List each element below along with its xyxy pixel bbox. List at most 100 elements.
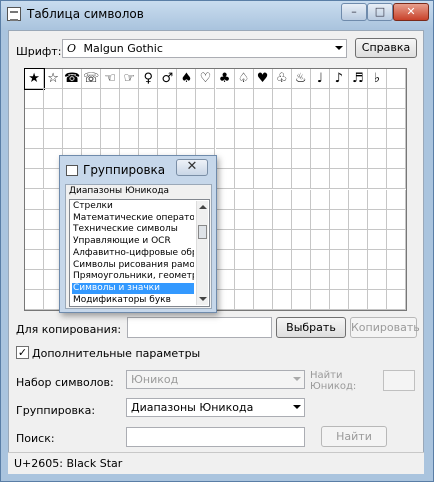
character-cell[interactable]	[272, 89, 292, 110]
character-cell[interactable]	[329, 229, 349, 250]
character-cell[interactable]: ♥	[253, 69, 273, 90]
character-cell[interactable]	[215, 149, 235, 170]
character-cell[interactable]: ☞	[120, 69, 140, 90]
character-cell[interactable]	[329, 109, 349, 130]
character-cell[interactable]	[329, 189, 349, 210]
character-cell[interactable]: ☎	[63, 69, 83, 90]
list-item[interactable]: Модификаторы букв	[72, 295, 194, 306]
character-cell[interactable]	[120, 89, 140, 110]
character-cell[interactable]: ☜	[101, 69, 121, 90]
goto-unicode-input[interactable]	[383, 370, 415, 391]
character-cell[interactable]	[348, 189, 368, 210]
character-cell[interactable]	[367, 169, 387, 190]
character-cell[interactable]	[386, 249, 406, 270]
character-cell[interactable]	[253, 229, 273, 250]
character-cell[interactable]	[272, 249, 292, 270]
character-cell[interactable]	[367, 289, 387, 310]
character-cell[interactable]	[139, 89, 159, 110]
character-cell[interactable]	[367, 229, 387, 250]
advanced-checkbox[interactable]: ✓	[16, 346, 29, 359]
character-cell[interactable]	[25, 269, 45, 290]
charset-combobox[interactable]: Юникод	[126, 370, 305, 389]
character-cell[interactable]	[44, 129, 64, 150]
title-bar[interactable]: Таблица символов – □ ✕	[1, 1, 433, 29]
character-cell[interactable]: ♩	[310, 69, 330, 90]
character-cell[interactable]	[348, 269, 368, 290]
character-cell[interactable]	[234, 229, 254, 250]
character-cell[interactable]	[310, 289, 330, 310]
character-cell[interactable]	[348, 229, 368, 250]
character-cell[interactable]	[253, 209, 273, 230]
character-cell[interactable]	[291, 89, 311, 110]
character-cell[interactable]	[291, 129, 311, 150]
character-cell[interactable]	[310, 169, 330, 190]
character-cell[interactable]	[291, 209, 311, 230]
character-cell[interactable]	[348, 169, 368, 190]
help-button[interactable]: Справка	[355, 38, 417, 58]
character-cell[interactable]	[25, 229, 45, 250]
character-cell[interactable]	[310, 209, 330, 230]
character-cell[interactable]	[310, 109, 330, 130]
character-cell[interactable]	[25, 109, 45, 130]
character-cell[interactable]	[386, 109, 406, 130]
character-cell[interactable]	[386, 269, 406, 290]
character-cell[interactable]	[25, 209, 45, 230]
character-cell[interactable]	[310, 189, 330, 210]
character-cell[interactable]	[44, 89, 64, 110]
character-cell[interactable]: ♀	[139, 69, 159, 90]
character-cell[interactable]	[215, 209, 235, 230]
list-item[interactable]: Математические операторы	[72, 213, 194, 225]
character-cell[interactable]	[291, 269, 311, 290]
character-cell[interactable]	[329, 209, 349, 230]
character-cell[interactable]	[310, 89, 330, 110]
character-cell[interactable]	[25, 129, 45, 150]
character-cell[interactable]	[367, 149, 387, 170]
character-cell[interactable]	[177, 109, 197, 130]
character-cell[interactable]	[25, 189, 45, 210]
font-combobox[interactable]: O Malgun Gothic	[62, 39, 347, 58]
character-cell[interactable]	[367, 209, 387, 230]
character-cell[interactable]	[25, 149, 45, 170]
character-cell[interactable]	[367, 109, 387, 130]
select-button[interactable]: Выбрать	[276, 317, 346, 338]
character-cell[interactable]	[310, 269, 330, 290]
character-cell[interactable]	[310, 149, 330, 170]
character-cell[interactable]	[386, 169, 406, 190]
character-cell[interactable]	[386, 69, 406, 90]
character-cell[interactable]	[291, 229, 311, 250]
character-cell[interactable]	[215, 189, 235, 210]
find-button[interactable]: Найти	[321, 426, 387, 447]
character-cell[interactable]	[272, 129, 292, 150]
character-cell[interactable]	[158, 109, 178, 130]
character-cell[interactable]	[101, 89, 121, 110]
character-cell[interactable]	[253, 269, 273, 290]
character-cell[interactable]: ☏	[82, 69, 102, 90]
character-cell[interactable]	[215, 89, 235, 110]
character-cell[interactable]	[329, 129, 349, 150]
character-cell[interactable]: ☆	[44, 69, 64, 90]
character-cell[interactable]	[329, 89, 349, 110]
character-cell[interactable]	[120, 109, 140, 130]
character-cell[interactable]	[272, 109, 292, 130]
character-cell[interactable]	[234, 269, 254, 290]
character-cell[interactable]	[291, 289, 311, 310]
character-cell[interactable]	[348, 109, 368, 130]
character-cell[interactable]: ★	[23, 67, 46, 91]
character-cell[interactable]	[386, 189, 406, 210]
character-cell[interactable]	[348, 149, 368, 170]
character-cell[interactable]	[234, 89, 254, 110]
character-cell[interactable]	[272, 229, 292, 250]
character-cell[interactable]	[234, 209, 254, 230]
character-cell[interactable]: ♡	[196, 69, 216, 90]
character-cell[interactable]	[215, 289, 235, 310]
list-item[interactable]: Алфавитно-цифровые обр	[72, 248, 194, 260]
character-cell[interactable]	[253, 109, 273, 130]
character-cell[interactable]	[158, 129, 178, 150]
character-cell[interactable]	[272, 189, 292, 210]
character-cell[interactable]: ♭	[367, 69, 387, 90]
character-cell[interactable]	[253, 249, 273, 270]
minimize-button[interactable]: –	[341, 3, 367, 21]
character-cell[interactable]	[348, 249, 368, 270]
character-cell[interactable]	[234, 109, 254, 130]
character-cell[interactable]	[82, 109, 102, 130]
